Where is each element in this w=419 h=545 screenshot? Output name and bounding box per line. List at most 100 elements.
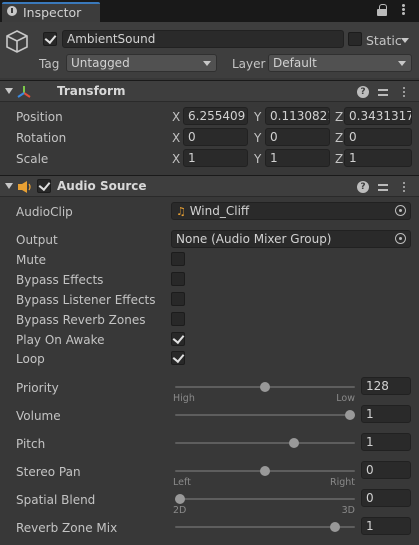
layer-value: Default bbox=[273, 56, 317, 70]
slider-track[interactable] bbox=[175, 526, 355, 528]
slider-label: Priority bbox=[16, 381, 59, 395]
slider-value: 0 bbox=[366, 491, 374, 505]
audio-source-title: Audio Source bbox=[57, 179, 147, 193]
tag-dropdown[interactable]: Untagged bbox=[66, 54, 217, 72]
slider-thumb[interactable] bbox=[260, 466, 270, 476]
slider-track[interactable] bbox=[175, 498, 355, 500]
tag-label: Tag bbox=[39, 57, 60, 71]
preset-icon[interactable] bbox=[377, 86, 389, 98]
layer-dropdown[interactable]: Default bbox=[268, 54, 412, 72]
foldout-arrow-icon[interactable] bbox=[5, 183, 13, 189]
rotation-x-value: 0 bbox=[188, 130, 196, 144]
axis-x-label[interactable]: X bbox=[172, 131, 180, 145]
axis-z-label[interactable]: Z bbox=[335, 110, 343, 124]
slider-thumb[interactable] bbox=[345, 410, 355, 420]
output-value: None (Audio Mixer Group) bbox=[176, 232, 332, 246]
help-icon[interactable]: ? bbox=[357, 181, 369, 193]
more-menu-icon[interactable] bbox=[398, 4, 410, 16]
slider-value: 1 bbox=[366, 519, 374, 533]
toggle-label: Mute bbox=[16, 253, 47, 267]
toggle-checkbox[interactable] bbox=[171, 351, 185, 365]
gameobject-name-input[interactable]: AmbientSound bbox=[62, 30, 344, 48]
scale-y-input[interactable]: 1 bbox=[265, 149, 330, 167]
slider-value-input[interactable]: 1 bbox=[361, 405, 411, 423]
tab-inspector[interactable]: Inspector bbox=[2, 2, 100, 22]
slider-thumb[interactable] bbox=[260, 382, 270, 392]
position-y-input[interactable]: 0.1130821 bbox=[265, 107, 330, 125]
output-field[interactable]: None (Audio Mixer Group) bbox=[171, 230, 411, 248]
gameobject-header: AmbientSound Static Tag Untagged Layer D… bbox=[0, 22, 419, 78]
rotation-label: Rotation bbox=[16, 131, 67, 145]
rotation-x-input[interactable]: 0 bbox=[183, 128, 248, 146]
toggle-checkbox[interactable] bbox=[171, 332, 185, 346]
slider-value-input[interactable]: 1 bbox=[361, 517, 411, 535]
slider-label: Spatial Blend bbox=[16, 493, 96, 507]
gameobject-name: AmbientSound bbox=[67, 32, 156, 46]
position-x-value: 6.255409 bbox=[188, 109, 246, 123]
slider-track[interactable] bbox=[175, 442, 355, 444]
toggle-checkbox[interactable] bbox=[171, 272, 185, 286]
scale-x-input[interactable]: 1 bbox=[183, 149, 248, 167]
static-dropdown-icon[interactable] bbox=[401, 38, 409, 43]
transform-header[interactable]: Transform ? bbox=[0, 80, 419, 102]
rotation-y-input[interactable]: 0 bbox=[265, 128, 330, 146]
scale-x-value: 1 bbox=[188, 151, 196, 165]
slider-min-label: Left bbox=[173, 477, 191, 488]
slider-value-input[interactable]: 128 bbox=[361, 377, 411, 395]
slider-thumb[interactable] bbox=[175, 494, 185, 504]
scale-z-input[interactable]: 1 bbox=[344, 149, 412, 167]
position-z-input[interactable]: 0.3431317 bbox=[344, 107, 412, 125]
slider-max-label: 3D bbox=[341, 505, 355, 516]
toggle-label: Play On Awake bbox=[16, 333, 105, 347]
help-icon[interactable]: ? bbox=[357, 86, 369, 98]
axis-x-label[interactable]: X bbox=[172, 110, 180, 124]
audioclip-label: AudioClip bbox=[16, 205, 73, 219]
slider-value-input[interactable]: 1 bbox=[361, 433, 411, 451]
active-toggle[interactable] bbox=[43, 32, 57, 46]
slider-label: Pitch bbox=[16, 437, 46, 451]
axis-x-label[interactable]: X bbox=[172, 152, 180, 166]
slider-value: 1 bbox=[366, 407, 374, 421]
toggle-label: Loop bbox=[16, 352, 45, 366]
foldout-arrow-icon[interactable] bbox=[5, 88, 13, 94]
audio-source-enabled-toggle[interactable] bbox=[37, 179, 51, 193]
transform-title: Transform bbox=[57, 84, 126, 98]
slider-track[interactable] bbox=[175, 414, 355, 416]
tag-value: Untagged bbox=[71, 56, 130, 70]
tab-label: Inspector bbox=[23, 5, 82, 20]
object-picker-icon[interactable] bbox=[395, 205, 406, 216]
slider-thumb[interactable] bbox=[329, 522, 340, 532]
scale-z-value: 1 bbox=[349, 151, 357, 165]
info-icon bbox=[7, 6, 17, 16]
layer-label: Layer bbox=[232, 57, 266, 71]
position-label: Position bbox=[16, 110, 63, 124]
more-icon[interactable] bbox=[398, 86, 410, 98]
slider-thumb[interactable] bbox=[288, 438, 299, 448]
slider-value-input[interactable]: 0 bbox=[361, 489, 411, 507]
axis-z-label[interactable]: Z bbox=[335, 131, 343, 145]
axis-y-label[interactable]: Y bbox=[254, 131, 261, 145]
object-picker-icon[interactable] bbox=[395, 233, 406, 244]
slider-min-label: High bbox=[173, 393, 195, 404]
slider-label: Volume bbox=[16, 409, 61, 423]
rotation-z-input[interactable]: 0 bbox=[344, 128, 412, 146]
slider-label: Stereo Pan bbox=[16, 465, 81, 479]
position-x-input[interactable]: 6.255409 bbox=[183, 107, 248, 125]
static-toggle[interactable] bbox=[348, 32, 362, 46]
slider-value-input[interactable]: 0 bbox=[361, 461, 411, 479]
toggle-checkbox[interactable] bbox=[171, 292, 185, 306]
audio-source-header[interactable]: Audio Source ? bbox=[0, 175, 419, 197]
audioclip-field[interactable]: ♫ Wind_Cliff bbox=[171, 202, 411, 220]
preset-icon[interactable] bbox=[377, 181, 389, 193]
more-icon[interactable] bbox=[398, 181, 410, 193]
slider-label: Reverb Zone Mix bbox=[16, 521, 118, 535]
toggle-checkbox[interactable] bbox=[171, 252, 185, 266]
lock-icon[interactable] bbox=[376, 4, 388, 16]
axis-y-label[interactable]: Y bbox=[254, 110, 261, 124]
slider-value: 0 bbox=[366, 463, 374, 477]
axis-z-label[interactable]: Z bbox=[335, 152, 343, 166]
axis-y-label[interactable]: Y bbox=[254, 152, 261, 166]
slider-value: 128 bbox=[366, 379, 389, 393]
toggle-checkbox[interactable] bbox=[171, 312, 185, 326]
position-y-value: 0.1130821 bbox=[270, 109, 330, 123]
